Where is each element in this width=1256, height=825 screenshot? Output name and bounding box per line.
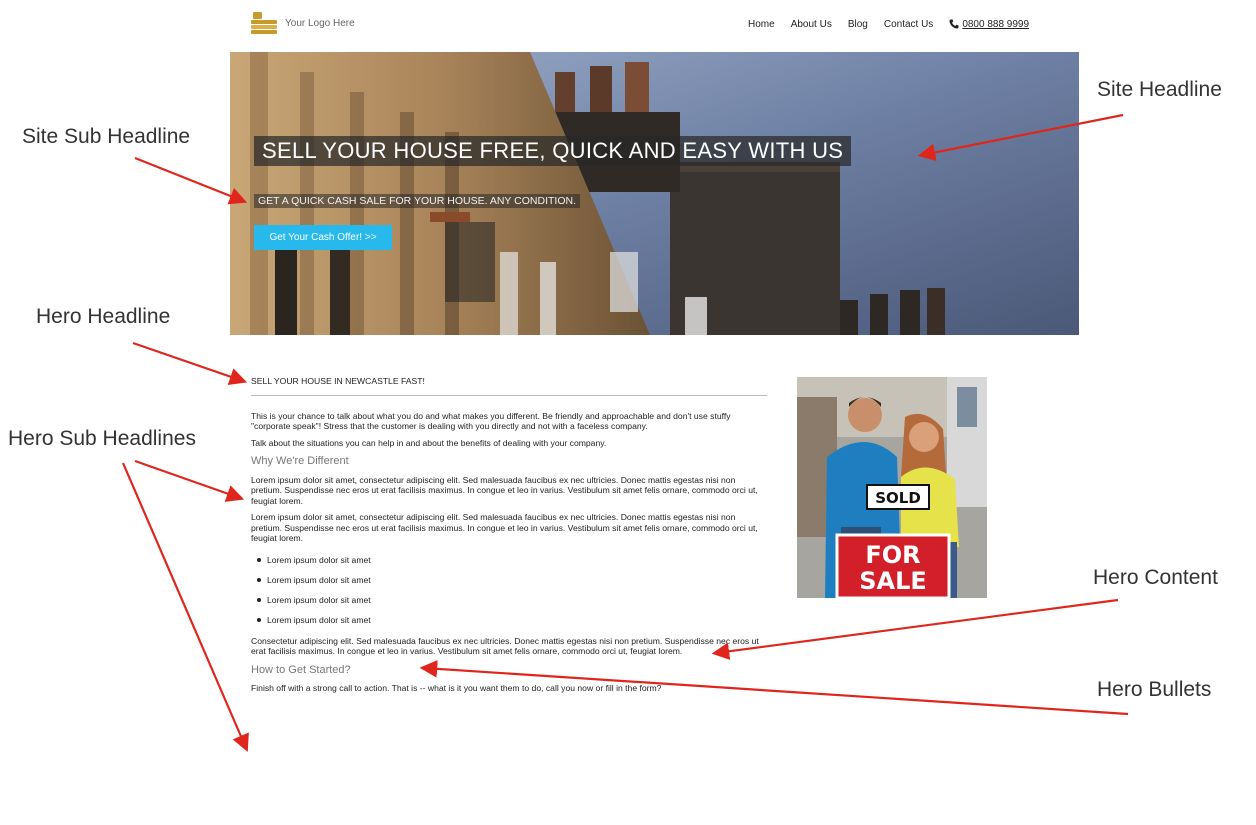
bullet-item: Lorem ipsum dolor sit amet: [257, 550, 767, 570]
body-paragraph: Consectetur adipiscing elit. Sed malesua…: [251, 635, 759, 657]
arrow-hero-headline: [132, 341, 248, 386]
site-subheadline: GET A QUICK CASH SALE FOR YOUR HOUSE. AN…: [254, 194, 580, 208]
couple-sold-photo: SOLD FOR SALE: [797, 377, 987, 598]
annotation-site-sub-headline: Site Sub Headline: [22, 125, 191, 148]
arrow-hero-sub-headline-2: [121, 462, 249, 753]
main-content: SELL YOUR HOUSE IN NEWCASTLE FAST! This …: [251, 376, 767, 700]
annotation-hero-bullets: Hero Bullets: [1097, 678, 1212, 701]
nav-contact-us[interactable]: Contact Us: [884, 19, 933, 30]
body-paragraph: Lorem ipsum dolor sit amet, consectetur …: [251, 512, 758, 543]
intro-paragraph: This is your chance to talk about what y…: [251, 410, 731, 432]
hero-headline: SELL YOUR HOUSE IN NEWCASTLE FAST!: [251, 376, 767, 396]
logo[interactable]: Your Logo Here: [251, 12, 355, 34]
nav-home[interactable]: Home: [748, 19, 775, 30]
bullet-item: Lorem ipsum dolor sit amet: [257, 570, 767, 590]
logo-house-icon: [251, 12, 279, 34]
bullet-item: Lorem ipsum dolor sit amet: [257, 610, 767, 630]
intro-paragraph: Talk about the situations you can help i…: [251, 437, 607, 448]
phone-icon: [949, 19, 959, 29]
for-text: FOR: [865, 541, 920, 569]
hero-subheadline-get-started: How to Get Started?: [251, 663, 351, 676]
arrow-hero-sub-headline-1: [134, 459, 245, 502]
cash-offer-button[interactable]: Get Your Cash Offer! >>: [254, 225, 392, 250]
annotation-hero-content: Hero Content: [1093, 566, 1218, 589]
sale-text: SALE: [859, 567, 927, 595]
phone-number: 0800 888 9999: [962, 18, 1030, 30]
sold-text: SOLD: [875, 489, 921, 507]
arrow-hero-content: [711, 598, 1119, 660]
logo-text: Your Logo Here: [285, 17, 355, 29]
bullet-item: Lorem ipsum dolor sit amet: [257, 590, 767, 610]
call-to-action-paragraph: Finish off with a strong call to action.…: [251, 683, 662, 693]
phone-link[interactable]: 0800 888 9999: [949, 19, 1029, 30]
hero-bullets: Lorem ipsum dolor sit amet Lorem ipsum d…: [257, 550, 767, 630]
main-nav: Home About Us Blog Contact Us 0800 888 9…: [748, 16, 1029, 32]
annotation-hero-sub-headlines: Hero Sub Headlines: [8, 427, 196, 450]
annotation-hero-headline: Hero Headline: [36, 305, 171, 328]
nav-about-us[interactable]: About Us: [791, 19, 832, 30]
nav-blog[interactable]: Blog: [848, 19, 868, 30]
hero-banner: SELL YOUR HOUSE FREE, QUICK AND EASY WIT…: [230, 52, 1079, 335]
hero-subheadline-different: Why We're Different: [251, 455, 349, 467]
site-headline: SELL YOUR HOUSE FREE, QUICK AND EASY WIT…: [254, 136, 852, 166]
arrow-site-sub-headline: [134, 156, 248, 205]
body-paragraph: Lorem ipsum dolor sit amet, consectetur …: [251, 474, 758, 506]
annotation-site-headline: Site Headline: [1097, 78, 1222, 101]
